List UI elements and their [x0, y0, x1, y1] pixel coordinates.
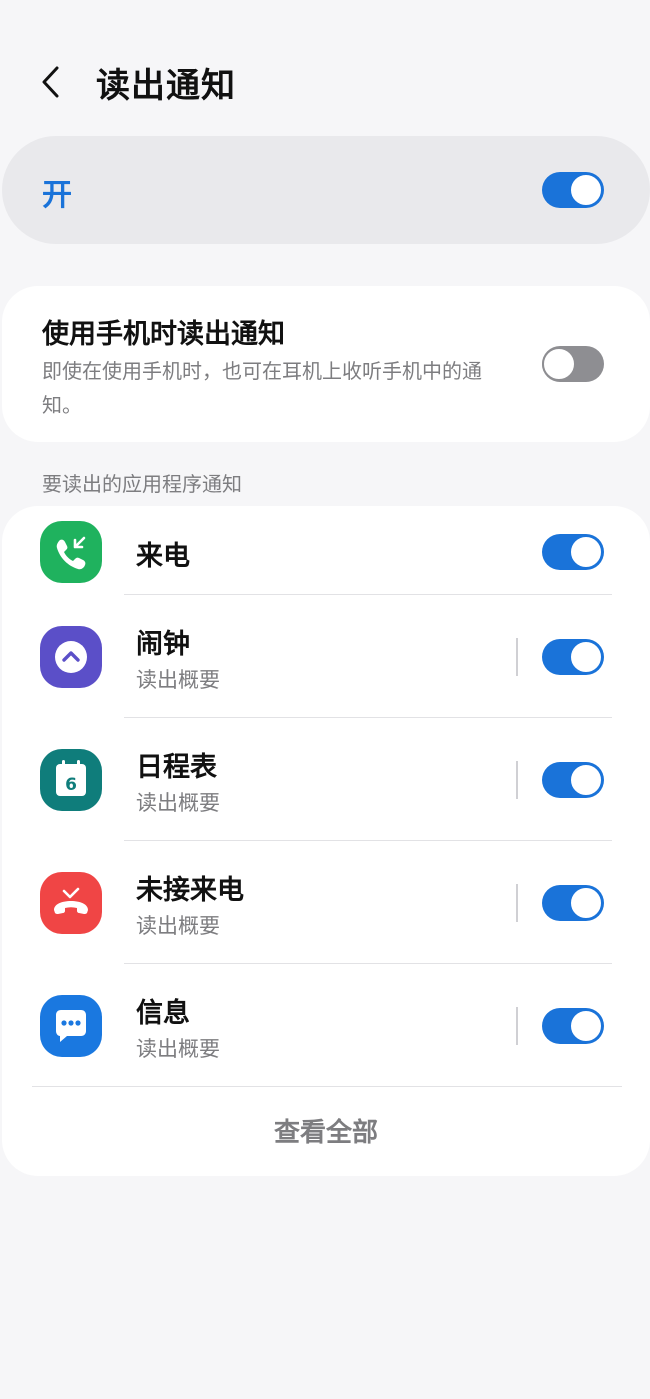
incoming-call-toggle[interactable] [542, 534, 604, 570]
calendar-toggle[interactable] [542, 762, 604, 798]
master-switch-toggle[interactable] [542, 172, 604, 208]
app-row-incoming-call[interactable]: 来电 [2, 520, 650, 600]
message-icon [40, 995, 102, 1057]
app-name: 未接来电 [136, 875, 244, 906]
toggle-knob [569, 173, 603, 207]
master-switch-label: 开 [42, 178, 72, 213]
toggle-knob [542, 347, 576, 381]
toggle-knob [569, 640, 603, 674]
vertical-divider [516, 1007, 518, 1045]
phone-use-title: 使用手机时读出通知 [42, 319, 285, 350]
toggle-knob [569, 535, 603, 569]
missed-call-toggle[interactable] [542, 885, 604, 921]
section-label: 要读出的应用程序通知 [42, 472, 242, 496]
app-row-alarm[interactable]: 闹钟 读出概要 [2, 614, 650, 718]
back-button[interactable] [30, 60, 74, 104]
vertical-divider [516, 638, 518, 676]
app-name: 闹钟 [136, 629, 190, 660]
app-subtitle: 读出概要 [136, 914, 220, 938]
divider [124, 717, 612, 718]
alarm-toggle[interactable] [542, 639, 604, 675]
vertical-divider [516, 761, 518, 799]
missed-call-icon [40, 872, 102, 934]
apps-card: 来电 闹钟 读出概要 6 日程表 读出概要 未接来电 读出概要 信息 读出概要 … [2, 506, 650, 1176]
master-switch-row[interactable]: 开 [2, 136, 650, 244]
read-notifications-screen: 读出通知 开 使用手机时读出通知 即使在使用手机时，也可在耳机上收听手机中的通知… [0, 0, 650, 1399]
incoming-call-icon [40, 521, 102, 583]
app-subtitle: 读出概要 [136, 1037, 220, 1061]
calendar-icon: 6 [40, 749, 102, 811]
app-name: 信息 [136, 998, 190, 1029]
divider [124, 840, 612, 841]
messages-toggle[interactable] [542, 1008, 604, 1044]
phone-use-description: 即使在使用手机时，也可在耳机上收听手机中的通知。 [42, 359, 482, 417]
toggle-knob [569, 1009, 603, 1043]
alarm-icon [40, 626, 102, 688]
view-all-button[interactable]: 查看全部 [2, 1112, 650, 1149]
app-name: 日程表 [136, 752, 217, 783]
app-subtitle: 读出概要 [136, 668, 220, 692]
header: 读出通知 [0, 44, 650, 124]
toggle-knob [569, 763, 603, 797]
app-row-calendar[interactable]: 6 日程表 读出概要 [2, 737, 650, 841]
page-title: 读出通知 [96, 66, 236, 106]
phone-use-toggle[interactable] [542, 346, 604, 382]
app-subtitle: 读出概要 [136, 791, 220, 815]
vertical-divider [516, 884, 518, 922]
divider [124, 594, 612, 595]
divider [32, 1086, 622, 1087]
toggle-knob [569, 886, 603, 920]
app-row-messages[interactable]: 信息 读出概要 [2, 983, 650, 1087]
phone-use-card[interactable]: 使用手机时读出通知 即使在使用手机时，也可在耳机上收听手机中的通知。 [2, 286, 650, 442]
app-row-missed-call[interactable]: 未接来电 读出概要 [2, 860, 650, 964]
divider [124, 963, 612, 964]
calendar-day-number: 6 [65, 775, 77, 795]
app-name: 来电 [136, 541, 190, 572]
chevron-left-icon [42, 66, 59, 98]
